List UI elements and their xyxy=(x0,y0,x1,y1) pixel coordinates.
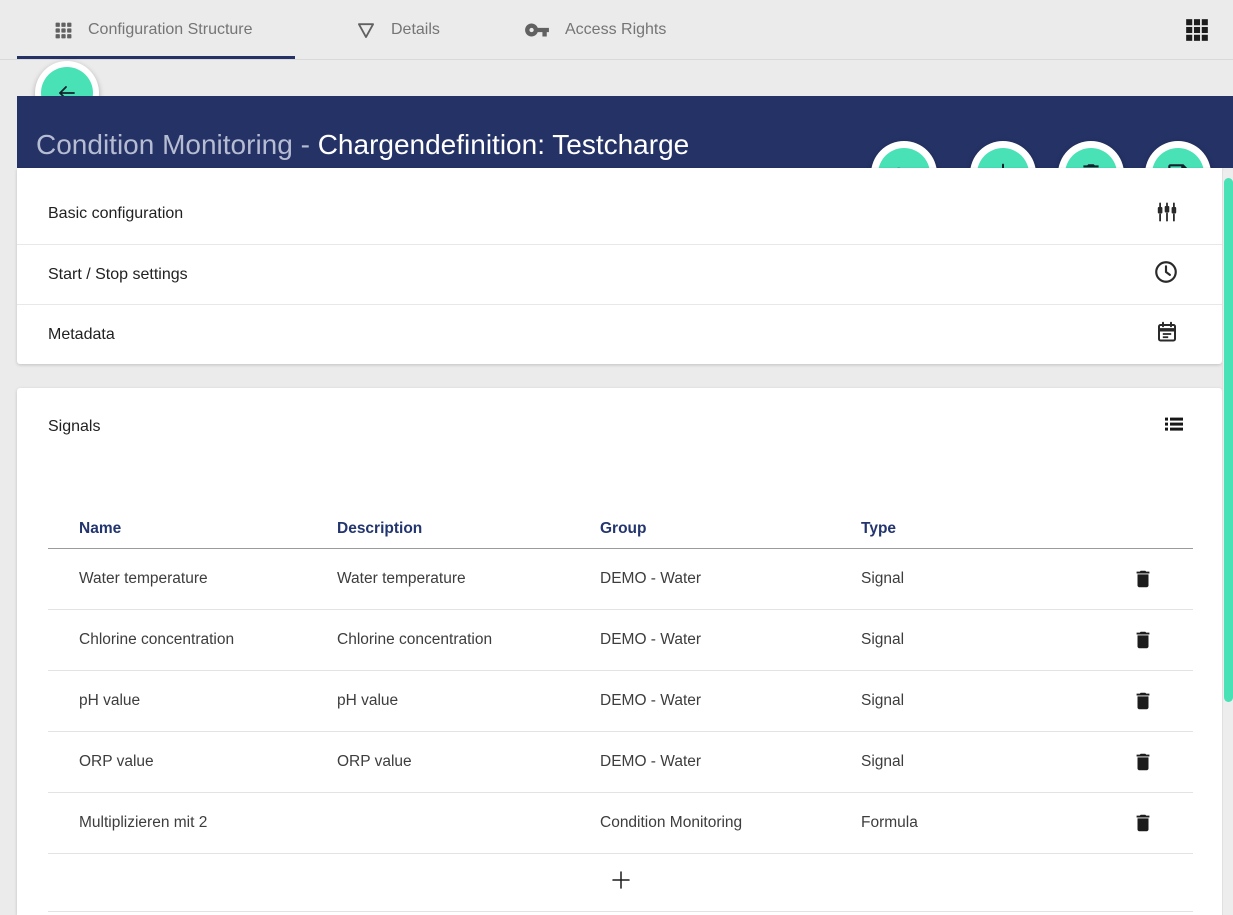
tab-access-rights[interactable]: Access Rights xyxy=(524,0,666,60)
section-basic-configuration[interactable]: Basic configuration xyxy=(17,184,1222,244)
tab-configuration-structure[interactable]: Configuration Structure xyxy=(54,0,253,60)
delete-row-button[interactable] xyxy=(1093,629,1193,651)
add-signal-button[interactable] xyxy=(48,854,1193,912)
signals-title: Signals xyxy=(48,417,100,437)
cell-type: Signal xyxy=(861,570,1093,588)
cell-description: Water temperature xyxy=(337,570,600,588)
cell-type: Formula xyxy=(861,814,1093,832)
cell-type: Signal xyxy=(861,631,1093,649)
cell-description: pH value xyxy=(337,692,600,710)
plus-icon xyxy=(609,868,633,897)
calendar-icon xyxy=(1155,320,1179,349)
section-label: Metadata xyxy=(48,326,115,344)
top-tab-bar: Configuration Structure Details Access R… xyxy=(0,0,1233,60)
section-label: Basic configuration xyxy=(48,205,183,223)
page-header: Condition Monitoring - Chargendefinition… xyxy=(17,96,1233,168)
cell-name: Water temperature xyxy=(48,570,337,588)
cell-name: Multiplizieren mit 2 xyxy=(48,814,337,832)
signals-card: Signals Name Description Group Type Wate… xyxy=(17,388,1222,915)
clock-icon xyxy=(1153,259,1179,290)
section-label: Start / Stop settings xyxy=(48,266,188,284)
tab-details[interactable]: Details xyxy=(356,0,440,60)
page-title-prefix: Condition Monitoring - xyxy=(36,129,318,160)
cell-description: ORP value xyxy=(337,753,600,771)
apps-grid-icon[interactable] xyxy=(1184,17,1212,45)
active-tab-underline xyxy=(17,56,295,59)
cell-type: Signal xyxy=(861,692,1093,710)
list-icon[interactable] xyxy=(1162,412,1186,441)
cell-group: DEMO - Water xyxy=(600,753,861,771)
cell-group: DEMO - Water xyxy=(600,692,861,710)
table-row[interactable]: Water temperature Water temperature DEMO… xyxy=(48,549,1193,610)
sliders-icon xyxy=(1155,200,1179,229)
configuration-sections-card: Basic configuration Start / Stop setting… xyxy=(17,168,1222,364)
table-row[interactable]: pH value pH value DEMO - Water Signal xyxy=(48,671,1193,732)
tab-label: Access Rights xyxy=(565,21,666,39)
page-title: Condition Monitoring - Chargendefinition… xyxy=(36,129,689,161)
column-header-name: Name xyxy=(48,520,337,538)
key-icon xyxy=(524,17,550,43)
table-row[interactable]: Chlorine concentration Chlorine concentr… xyxy=(48,610,1193,671)
section-start-stop-settings[interactable]: Start / Stop settings xyxy=(17,244,1222,304)
scrollbar-track[interactable] xyxy=(1222,170,1233,915)
cell-name: pH value xyxy=(48,692,337,710)
column-header-description: Description xyxy=(337,520,600,538)
section-metadata[interactable]: Metadata xyxy=(17,304,1222,364)
delete-row-button[interactable] xyxy=(1093,568,1193,590)
cell-name: Chlorine concentration xyxy=(48,631,337,649)
cell-group: DEMO - Water xyxy=(600,570,861,588)
cell-group: Condition Monitoring xyxy=(600,814,861,832)
table-row[interactable]: ORP value ORP value DEMO - Water Signal xyxy=(48,732,1193,793)
cell-description: Chlorine concentration xyxy=(337,631,600,649)
tab-label: Configuration Structure xyxy=(88,21,253,39)
cell-type: Signal xyxy=(861,753,1093,771)
column-header-type: Type xyxy=(861,520,1093,538)
delete-row-button[interactable] xyxy=(1093,751,1193,773)
delete-row-button[interactable] xyxy=(1093,812,1193,834)
page-title-main: Chargendefinition: Testcharge xyxy=(318,129,690,160)
scrollbar-thumb[interactable] xyxy=(1224,178,1233,702)
cell-group: DEMO - Water xyxy=(600,631,861,649)
cell-name: ORP value xyxy=(48,753,337,771)
grid-icon xyxy=(54,21,73,40)
tab-label: Details xyxy=(391,21,440,39)
signals-table: Name Description Group Type Water temper… xyxy=(48,509,1193,912)
column-header-group: Group xyxy=(600,520,861,538)
signals-table-header: Name Description Group Type xyxy=(48,509,1193,549)
table-row[interactable]: Multiplizieren mit 2 Condition Monitorin… xyxy=(48,793,1193,854)
triangle-icon xyxy=(356,20,376,40)
delete-row-button[interactable] xyxy=(1093,690,1193,712)
